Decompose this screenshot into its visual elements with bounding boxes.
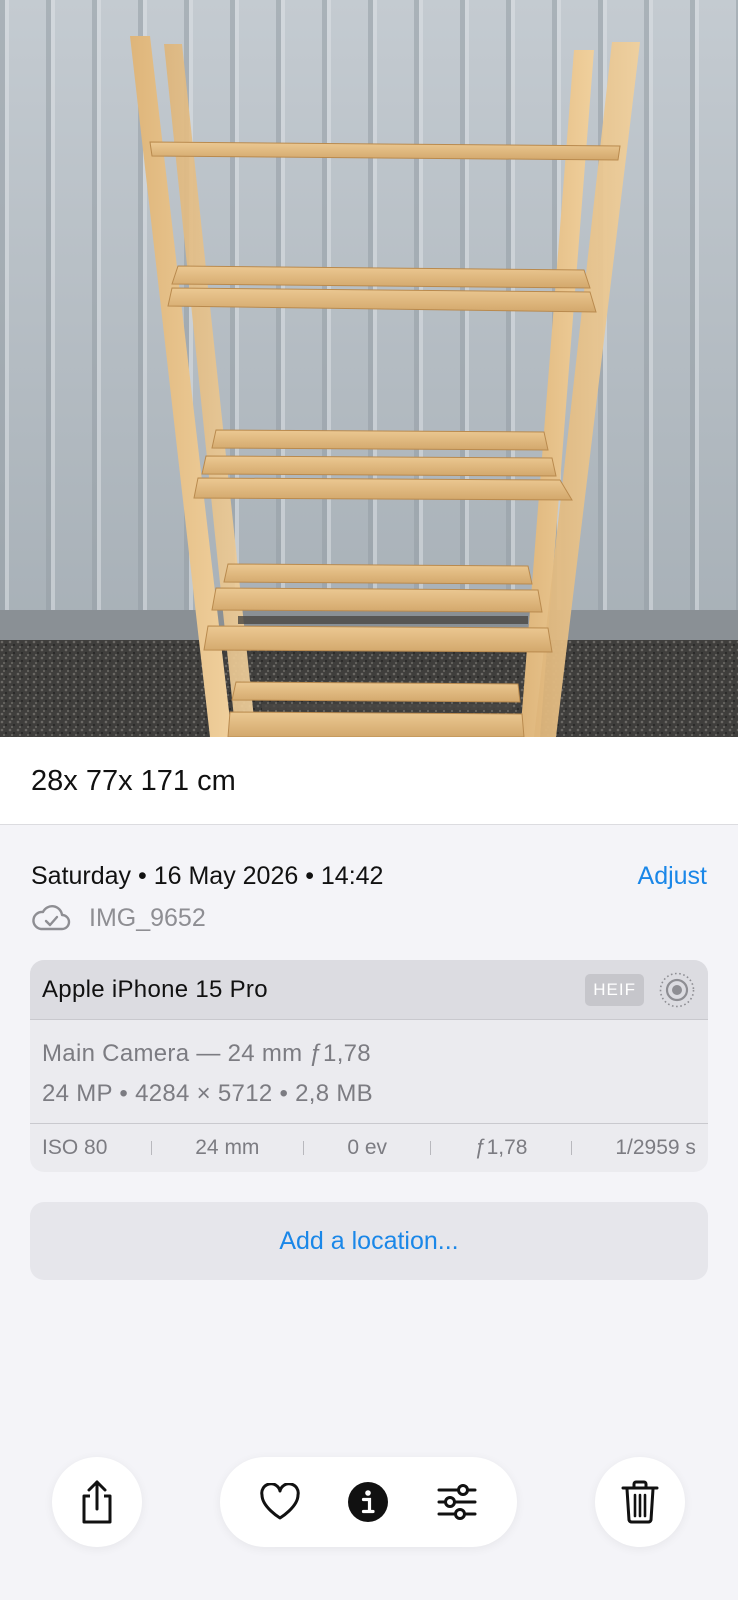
share-icon — [77, 1479, 117, 1525]
file-name: IMG_9652 — [89, 903, 206, 932]
exif-row: ISO 80 24 mm 0 ev ƒ1,78 1/2959 s — [30, 1124, 708, 1172]
live-photo-icon — [658, 971, 696, 1009]
capture-date: Saturday • 16 May 2026 • 14:42 — [31, 861, 384, 890]
photo-caption[interactable]: 28x 77x 171 cm — [31, 765, 236, 798]
action-pill — [220, 1457, 517, 1547]
exif-focal-length: 24 mm — [195, 1136, 260, 1159]
camera-card-header: Apple iPhone 15 Pro HEIF — [30, 960, 708, 1020]
exif-iso: ISO 80 — [42, 1136, 108, 1159]
info-icon[interactable] — [347, 1481, 389, 1523]
exif-exposure-value: 0 ev — [347, 1136, 388, 1159]
shelf-photo-image — [0, 0, 738, 737]
delete-button[interactable] — [595, 1457, 685, 1547]
date-row: Saturday • 16 May 2026 • 14:42 Adjust — [31, 858, 707, 894]
image-details: 24 MP • 4284 × 5712 • 2,8 MB — [42, 1080, 373, 1107]
heart-icon[interactable] — [259, 1483, 301, 1521]
lens-info: Main Camera — 24 mm ƒ1,78 — [42, 1040, 371, 1067]
device-name: Apple iPhone 15 Pro — [42, 975, 268, 1003]
photo-info-screen: 28x 77x 171 cm Saturday • 16 May 2026 • … — [0, 0, 738, 1600]
exif-shutter-speed: 1/2959 s — [615, 1136, 696, 1159]
add-location-button[interactable]: Add a location... — [30, 1202, 708, 1280]
exif-divider — [302, 1141, 304, 1155]
adjust-date-button[interactable]: Adjust — [638, 862, 707, 891]
exif-divider — [570, 1141, 572, 1155]
exif-aperture: ƒ1,78 — [474, 1136, 528, 1159]
cloud-check-icon — [31, 903, 71, 933]
camera-info-card: Apple iPhone 15 Pro HEIF Main Camera — 2… — [30, 960, 708, 1172]
file-row: IMG_9652 — [31, 898, 206, 938]
share-button[interactable] — [52, 1457, 142, 1547]
exif-divider — [430, 1141, 432, 1155]
camera-card-body: Main Camera — 24 mm ƒ1,78 24 MP • 4284 ×… — [30, 1020, 708, 1124]
photo-caption-bar[interactable]: 28x 77x 171 cm — [0, 737, 738, 825]
trash-icon — [621, 1480, 659, 1524]
sliders-icon[interactable] — [436, 1484, 478, 1520]
add-location-label: Add a location... — [279, 1226, 459, 1255]
exif-divider — [150, 1141, 152, 1155]
format-badge: HEIF — [585, 973, 644, 1006]
photo-view[interactable] — [0, 0, 738, 737]
